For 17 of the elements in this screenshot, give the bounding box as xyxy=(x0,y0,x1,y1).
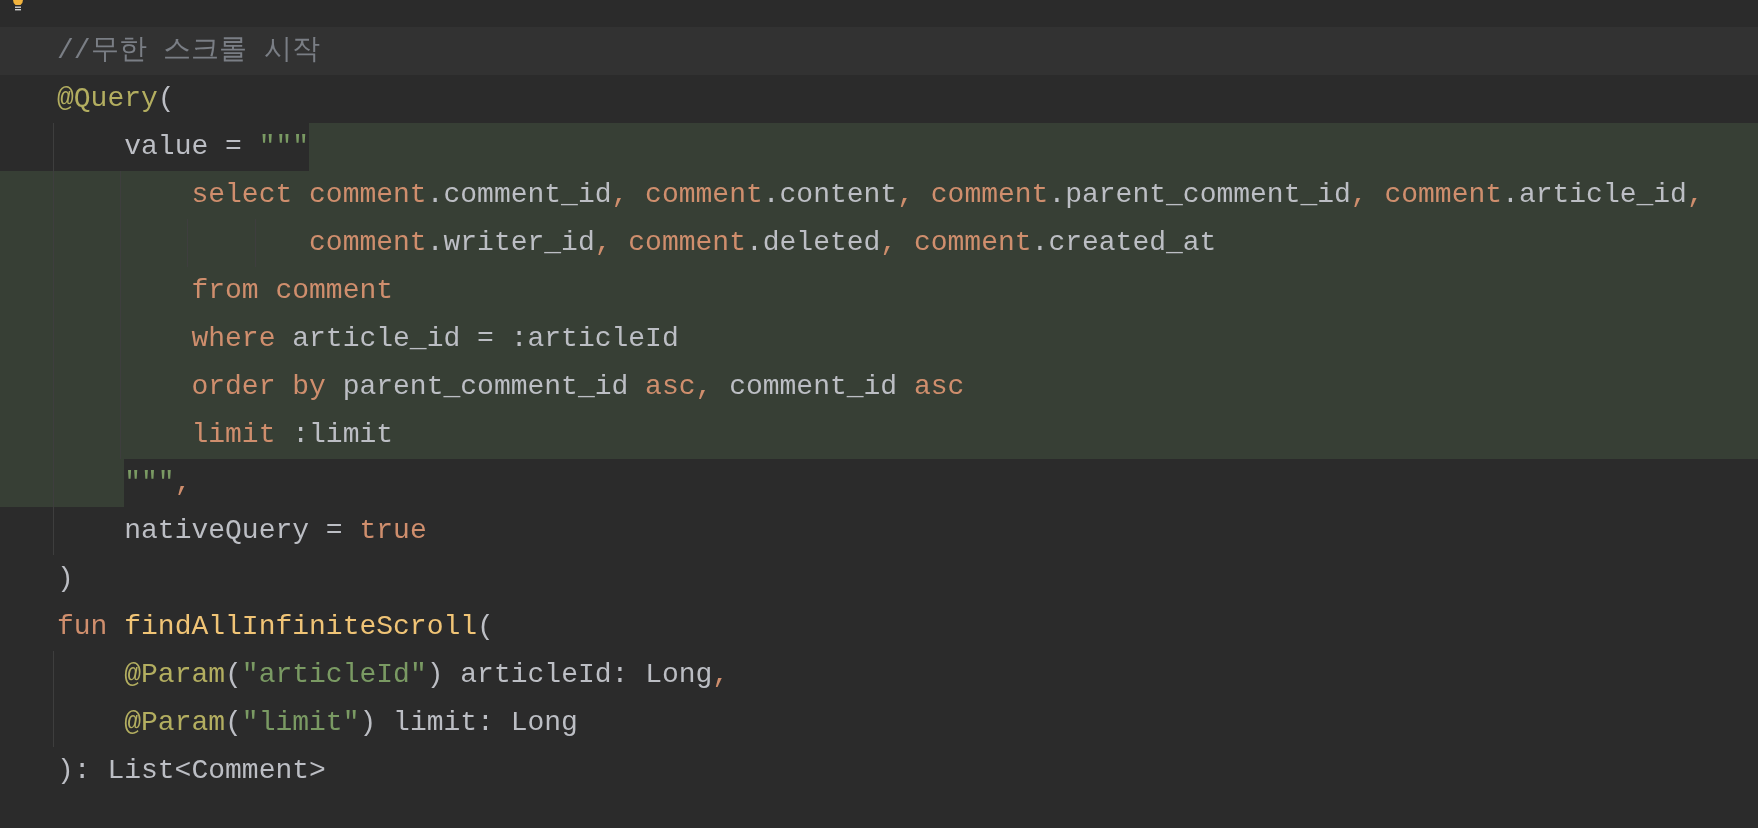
code-line: where article_id = :articleId xyxy=(191,322,679,356)
code-line: @Query( xyxy=(57,82,175,116)
code-line: order by parent_comment_id asc, comment_id asc xyxy=(191,370,965,404)
code-line: ): List<Comment> xyxy=(57,754,326,788)
code-line: """, xyxy=(124,466,192,500)
code-line: @Param("articleId") articleId: Long, xyxy=(124,658,730,692)
code-line: from comment xyxy=(191,274,394,308)
lightbulb-icon[interactable] xyxy=(11,0,25,12)
code-line: @Param("limit") limit: Long xyxy=(124,706,578,740)
code-line: comment.writer_id, comment.deleted, comment.created_at xyxy=(309,226,1217,260)
code-line: select comment.comment_id, comment.content, comment.parent_comment_id, comment.article_id, xyxy=(191,178,1704,212)
code-line: value = """ xyxy=(124,130,310,164)
code-line: ) xyxy=(57,562,74,596)
code-line: limit :limit xyxy=(191,418,394,452)
code-line: //무한 스크롤 시작 xyxy=(57,34,321,68)
code-line: fun findAllInfiniteScroll( xyxy=(57,610,494,644)
code-line: nativeQuery = true xyxy=(124,514,427,548)
